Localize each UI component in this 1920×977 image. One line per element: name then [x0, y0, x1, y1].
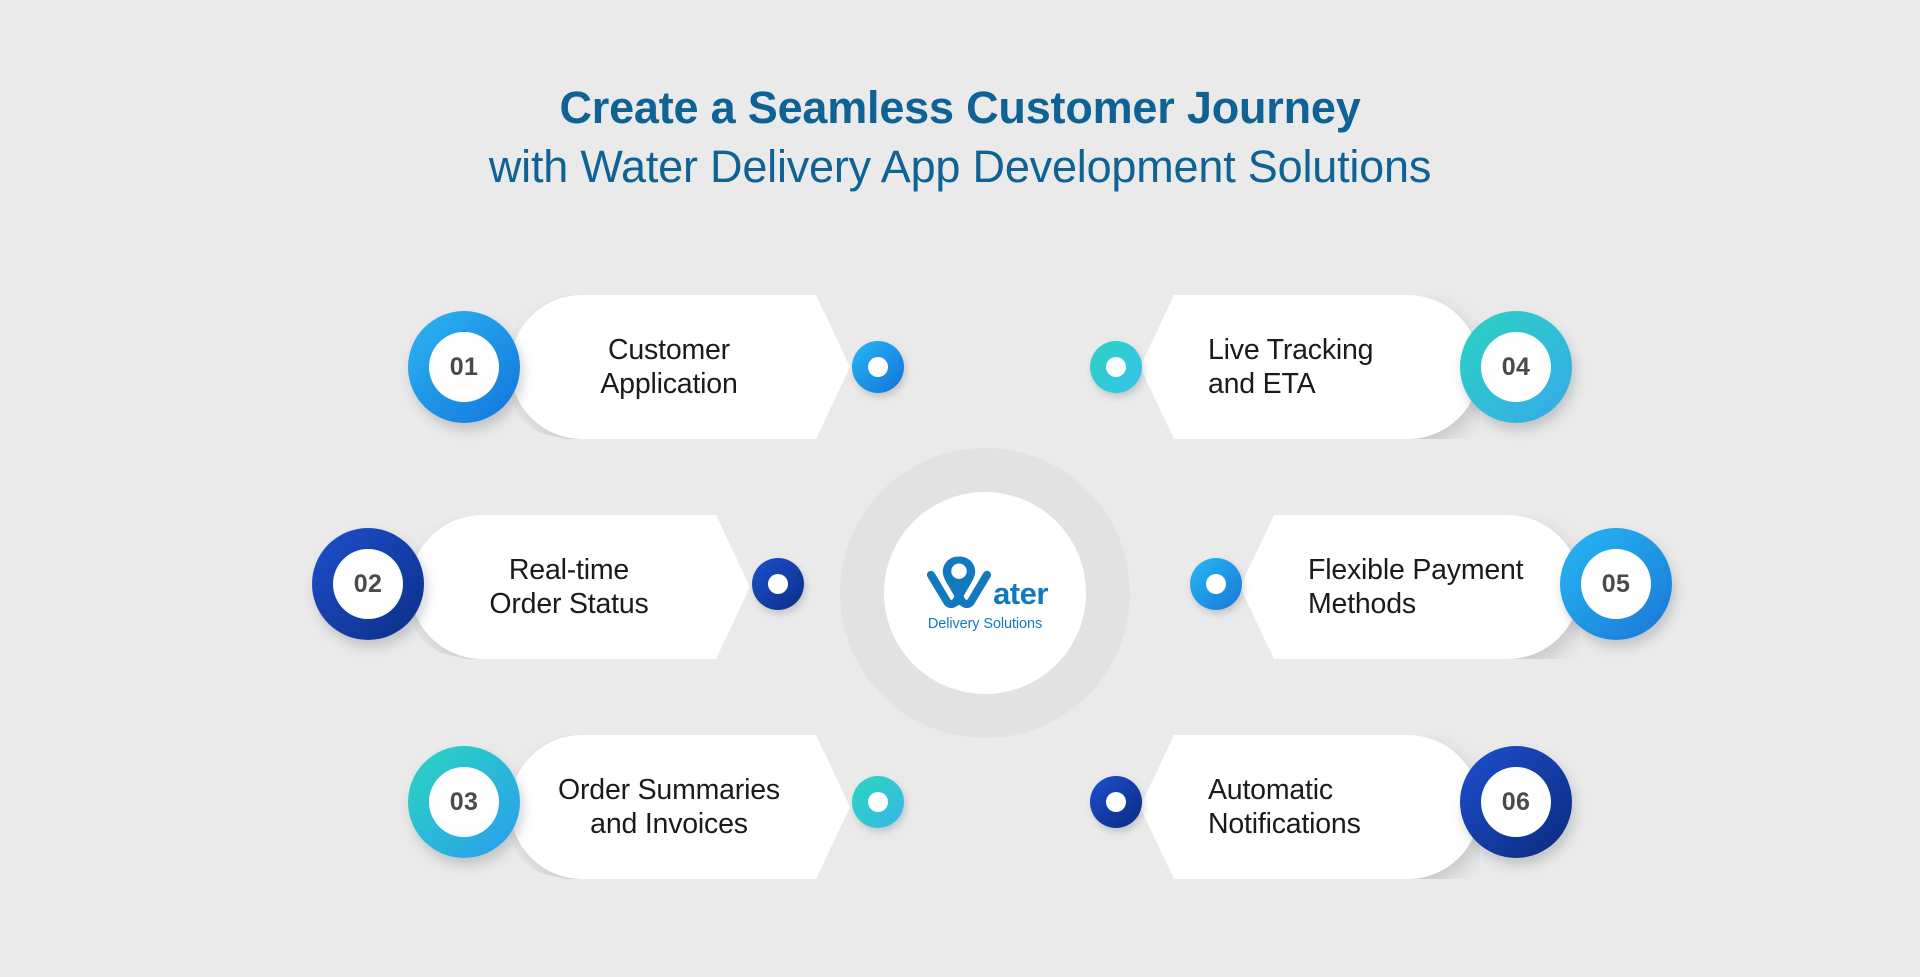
feature-card-01-label-line2: Application: [600, 368, 738, 400]
feature-card-05-number: 05: [1601, 569, 1631, 598]
feature-card-04-number-badge: 04: [1460, 311, 1572, 423]
center-logo-disc: ater Delivery Solutions: [884, 492, 1086, 694]
feature-card-01-number-badge: 01: [408, 311, 520, 423]
feature-card-03-number: 03: [449, 787, 479, 816]
feature-card-01-label-line1: Customer: [608, 333, 730, 366]
page-title: Create a Seamless Customer Journey with …: [0, 82, 1920, 193]
feature-card-03-label: Order Summaries and Invoices: [558, 773, 780, 842]
infographic-canvas: Create a Seamless Customer Journey with …: [0, 0, 1920, 977]
feature-card-05-number-badge: 05: [1560, 528, 1672, 640]
feature-card-02-label-line2: Order Status: [489, 588, 649, 620]
logo-tagline: Delivery Solutions: [927, 615, 1043, 632]
title-line-1: Create a Seamless Customer Journey: [559, 82, 1361, 133]
feature-card-06-label-line1: Automatic: [1208, 773, 1333, 806]
feature-card-06[interactable]: Automatic Notifications: [1140, 735, 1480, 879]
feature-card-06-label-line2: Notifications: [1208, 808, 1361, 840]
feature-card-02-label-line1: Real-time: [508, 553, 630, 586]
feature-card-04-label-line1: Live Tracking: [1208, 333, 1374, 366]
feature-card-04-number: 04: [1501, 352, 1531, 381]
feature-card-05-connector-dot: [1190, 558, 1242, 610]
feature-card-04-connector-dot: [1090, 341, 1142, 393]
feature-card-02-number: 02: [353, 569, 383, 598]
feature-card-01-label: Customer Application: [600, 333, 737, 402]
feature-card-01-connector-dot: [852, 341, 904, 393]
feature-card-04-label-line2: and ETA: [1208, 368, 1316, 400]
logo-wordmark: ater: [993, 575, 1048, 611]
feature-card-06-label: Automatic Notifications: [1208, 773, 1361, 842]
feature-card-02-number-badge: 02: [312, 528, 424, 640]
title-line-2: with Water Delivery App Development Solu…: [488, 141, 1432, 193]
feature-card-03-connector-dot: [852, 776, 904, 828]
feature-card-04[interactable]: Live Tracking and ETA: [1140, 295, 1480, 439]
feature-card-06-connector-dot: [1090, 776, 1142, 828]
feature-card-03-number-badge: 03: [408, 746, 520, 858]
feature-card-03[interactable]: Order Summaries and Invoices: [510, 735, 850, 879]
feature-card-03-label-line1: Order Summaries: [558, 773, 780, 806]
feature-card-01[interactable]: Customer Application: [510, 295, 850, 439]
feature-card-02-label: Real-time Order Status: [489, 553, 648, 622]
feature-card-04-label: Live Tracking and ETA: [1208, 333, 1374, 402]
water-drop-w-pin-logo-icon: [927, 555, 992, 608]
feature-card-02[interactable]: Real-time Order Status: [410, 515, 750, 659]
feature-card-06-number: 06: [1501, 787, 1531, 816]
feature-card-05-label-line2: Methods: [1308, 588, 1416, 620]
feature-card-05-label-line1: Flexible Payment: [1308, 553, 1524, 586]
feature-card-03-label-line2: and Invoices: [590, 808, 748, 840]
feature-card-05-label: Flexible Payment Methods: [1308, 553, 1524, 622]
feature-card-06-number-badge: 06: [1460, 746, 1572, 858]
feature-card-01-number: 01: [449, 352, 479, 381]
feature-card-05[interactable]: Flexible Payment Methods: [1240, 515, 1580, 659]
feature-card-02-connector-dot: [752, 558, 804, 610]
